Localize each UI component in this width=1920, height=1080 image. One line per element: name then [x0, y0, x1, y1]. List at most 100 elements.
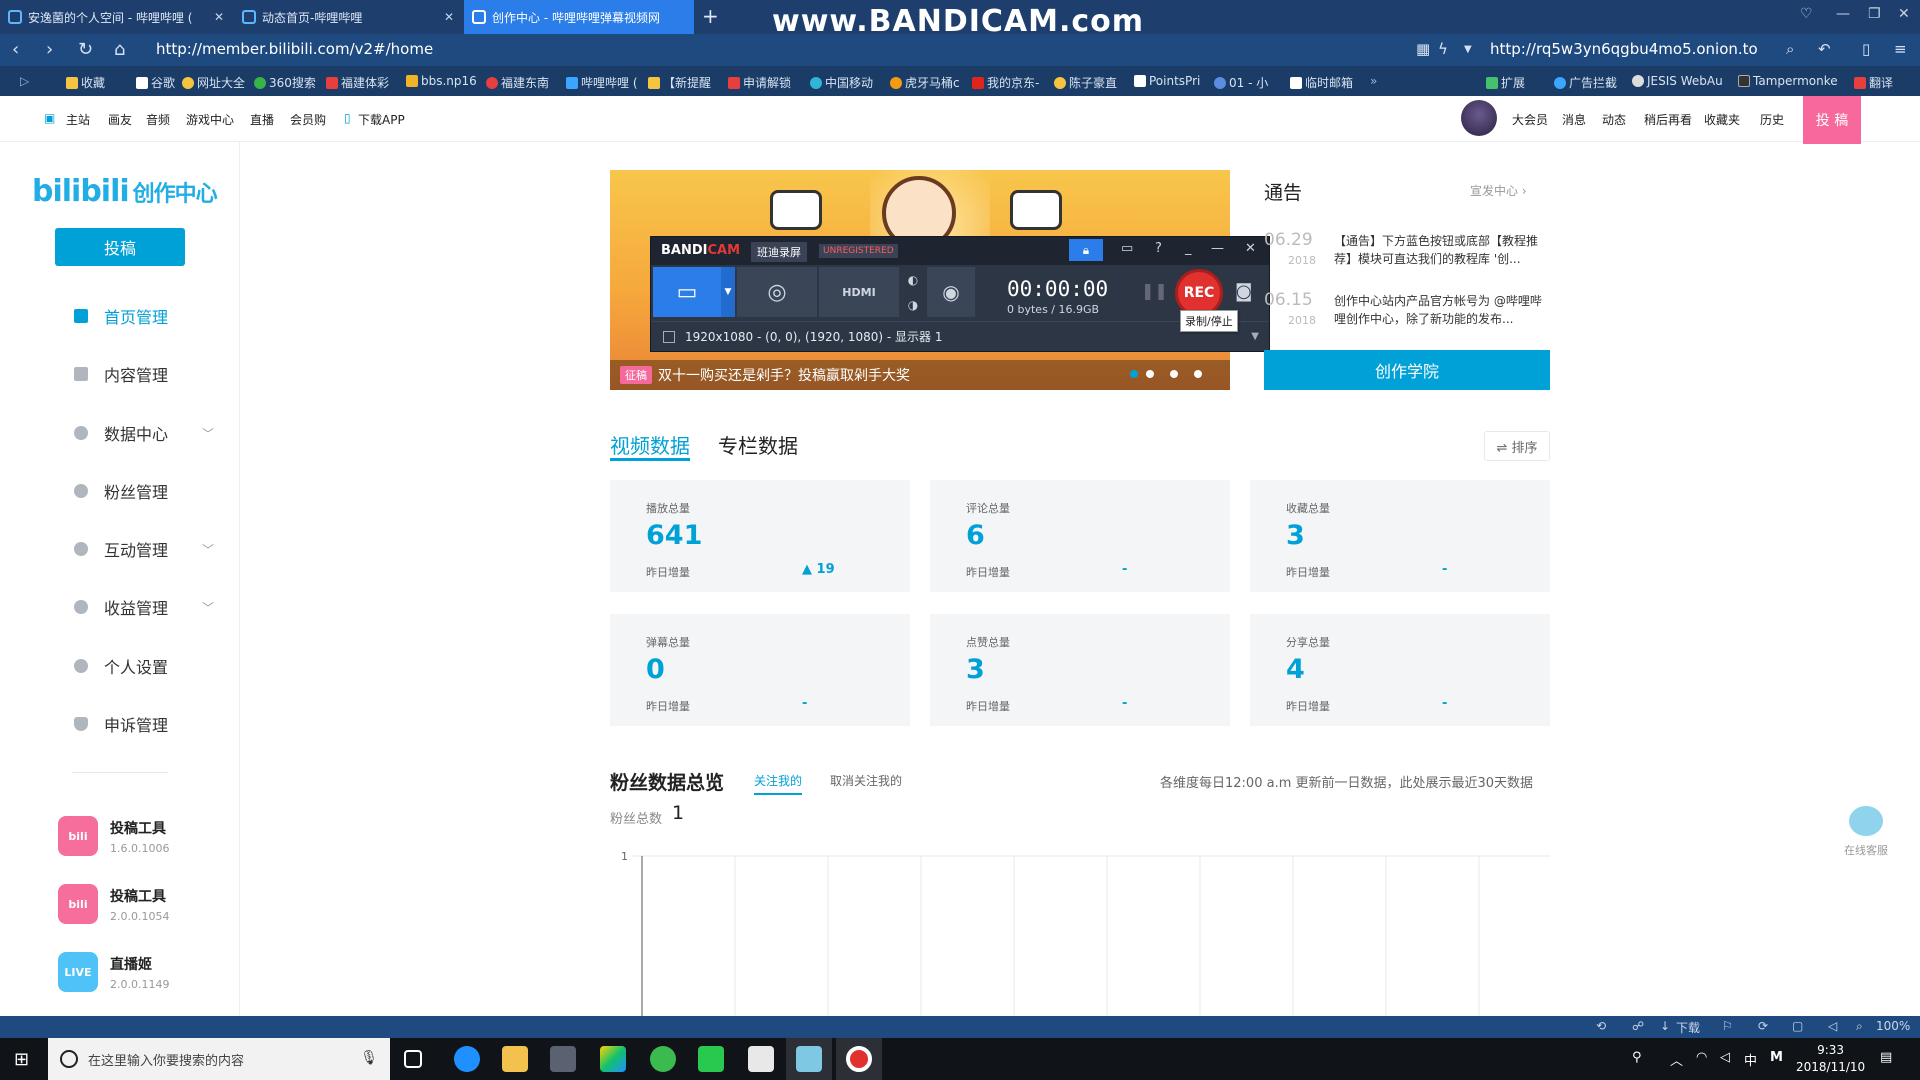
- sidebar-item-settings[interactable]: 个人设置: [74, 654, 214, 678]
- browser-tab[interactable]: 安逸菌的个人空间 - 哔哩哔哩 ( ✕: [0, 0, 232, 34]
- close-window-icon[interactable]: ✕: [1898, 6, 1910, 22]
- creator-center-logo[interactable]: bilibili 创作中心: [32, 174, 218, 209]
- bookmark-item[interactable]: 申请解锁: [728, 74, 791, 91]
- extension-item[interactable]: Tampermonke: [1738, 74, 1838, 88]
- chevron-up-icon[interactable]: ︿: [1670, 1050, 1683, 1069]
- bookmark-item[interactable]: 福建东南: [486, 74, 549, 91]
- notification-icon[interactable]: ▤: [1880, 1050, 1892, 1065]
- volume-icon[interactable]: ◁: [1720, 1050, 1730, 1065]
- lightning-icon[interactable]: ϟ: [1438, 40, 1448, 58]
- bookmark-item[interactable]: 哔哩哔哩 (: [566, 74, 638, 91]
- browser-tab[interactable]: 动态首页-哔哩哔哩 ✕: [234, 0, 462, 34]
- bookmark-item[interactable]: 收藏: [66, 74, 105, 91]
- bookmark-item[interactable]: 陈子豪直: [1054, 74, 1117, 91]
- tool-live[interactable]: LIVE 直播姬 2.0.0.1149: [58, 952, 169, 992]
- home-icon[interactable]: ⌂: [114, 39, 125, 60]
- nav-link-messages[interactable]: 消息: [1562, 111, 1586, 128]
- shirt-icon[interactable]: ♡: [1800, 6, 1813, 22]
- bookmark-item[interactable]: 网址大全: [182, 74, 245, 91]
- tab-column-data[interactable]: 专栏数据: [718, 430, 798, 459]
- status-icon[interactable]: ⟲: [1596, 1019, 1606, 1033]
- close-icon[interactable]: ✕: [206, 10, 224, 24]
- minimize-small-icon[interactable]: _: [1185, 241, 1192, 256]
- bookmark-item[interactable]: PointsPri: [1134, 74, 1200, 88]
- notes-app-icon[interactable]: [796, 1046, 822, 1072]
- region-checkbox[interactable]: [663, 330, 675, 343]
- camera-icon[interactable]: ◙: [1235, 281, 1252, 302]
- nav-link-games[interactable]: 游戏中心: [186, 111, 234, 128]
- bookmark-item[interactable]: 360搜索: [254, 74, 316, 91]
- bookmark-item[interactable]: 福建体彩: [326, 74, 389, 91]
- ime-indicator[interactable]: 中: [1744, 1050, 1757, 1069]
- nav-link-artists[interactable]: 画友: [108, 111, 132, 128]
- forward-icon[interactable]: ›: [46, 39, 53, 60]
- nav-link-audio[interactable]: 音频: [146, 111, 170, 128]
- creator-academy-button[interactable]: 创作学院: [1264, 350, 1550, 390]
- sidebar-item-interaction[interactable]: 互动管理 ﹀: [74, 537, 214, 561]
- zoom-icon[interactable]: ⌕: [1856, 1019, 1863, 1034]
- bookmark-item[interactable]: 虎牙马桶c: [890, 74, 960, 91]
- mail-icon[interactable]: [748, 1046, 774, 1072]
- minimize-icon[interactable]: —: [1211, 241, 1224, 256]
- chevron-down-icon[interactable]: ▼: [721, 267, 735, 317]
- refresh-icon[interactable]: ↻: [78, 39, 93, 60]
- mic-icon[interactable]: 🎙︎: [360, 1050, 378, 1066]
- new-tab-button[interactable]: +: [702, 4, 719, 28]
- lock-icon[interactable]: 🔒︎: [1069, 239, 1103, 261]
- download-icon[interactable]: ↓: [1660, 1019, 1670, 1033]
- sidebar-item-content[interactable]: 内容管理: [74, 362, 214, 386]
- browser-360-icon[interactable]: [650, 1046, 676, 1072]
- more-bookmarks-icon[interactable]: »: [1370, 74, 1377, 88]
- store-icon[interactable]: [550, 1046, 576, 1072]
- extension-item[interactable]: 广告拦截: [1554, 74, 1617, 91]
- tab-followers[interactable]: 关注我的: [754, 772, 803, 795]
- phone-icon[interactable]: ▯: [1862, 40, 1870, 58]
- edge-icon[interactable]: [454, 1046, 480, 1072]
- bookmark-item[interactable]: 【新提醒: [648, 74, 711, 91]
- webcam-icon[interactable]: ◉: [927, 267, 975, 317]
- taskbar-clock[interactable]: 9:33 2018/11/10: [1796, 1042, 1865, 1076]
- nav-link-watch-later[interactable]: 稍后再看: [1644, 111, 1692, 128]
- iqiyi-icon[interactable]: [698, 1046, 724, 1072]
- sidebar-item-fans[interactable]: 粉丝管理: [74, 479, 214, 503]
- nav-link-favorites[interactable]: 收藏夹: [1704, 111, 1740, 128]
- carousel-dot[interactable]: [1170, 370, 1178, 378]
- nav-link-shop[interactable]: 会员购: [290, 111, 326, 128]
- download-label[interactable]: 下载: [1676, 1019, 1700, 1036]
- sidebar-toggle-icon[interactable]: ▷: [20, 74, 29, 88]
- search-icon[interactable]: ⌕: [1786, 40, 1794, 58]
- upload-button[interactable]: 投 稿: [1803, 96, 1861, 144]
- volume-icon[interactable]: ◁: [1828, 1019, 1837, 1033]
- extension-item[interactable]: 扩展: [1486, 74, 1525, 91]
- task-view-icon[interactable]: [404, 1050, 422, 1068]
- wifi-icon[interactable]: ◠: [1696, 1050, 1707, 1065]
- nav-link-vip[interactable]: 大会员: [1512, 111, 1548, 128]
- tool-upload-1[interactable]: bili 投稿工具 1.6.0.1006: [58, 816, 169, 856]
- media-player-icon[interactable]: [600, 1046, 626, 1072]
- taskbar-search[interactable]: 在这里输入你要搜索的内容 🎙︎: [48, 1038, 390, 1080]
- status-icon[interactable]: ⟳: [1758, 1019, 1768, 1033]
- windows-start-icon[interactable]: ⊞: [14, 1049, 29, 1070]
- notice-item[interactable]: 06.29 2018 【通告】下方蓝色按钮或底部【教程推荐】模块可直达我们的教程…: [1264, 230, 1552, 274]
- extension-item[interactable]: 翻译: [1854, 74, 1893, 91]
- help-icon[interactable]: ?: [1155, 241, 1162, 256]
- zoom-level[interactable]: 100%: [1876, 1019, 1910, 1033]
- pause-icon[interactable]: ❚❚: [1141, 281, 1168, 300]
- notice-item[interactable]: 06.15 2018 创作中心站内产品官方帐号为 @哔哩哔哩创作中心，除了新功能…: [1264, 290, 1552, 334]
- address-bar[interactable]: http://member.bilibili.com/v2#/home: [156, 40, 433, 58]
- tool-upload-2[interactable]: bili 投稿工具 2.0.0.1054: [58, 884, 169, 924]
- status-icon[interactable]: ⚐: [1722, 1019, 1733, 1033]
- minimize-icon[interactable]: —: [1836, 6, 1850, 22]
- notice-more-link[interactable]: 宣发中心 ›: [1470, 182, 1527, 199]
- sidebar-item-data-center[interactable]: 数据中心 ﹀: [74, 421, 214, 445]
- maximize-icon[interactable]: ❐: [1868, 6, 1881, 22]
- status-icon[interactable]: ☍: [1632, 1019, 1644, 1033]
- online-service[interactable]: 在线客服: [1836, 806, 1896, 858]
- nav-link-history[interactable]: 历史: [1760, 111, 1784, 128]
- nav-link-dynamics[interactable]: 动态: [1602, 111, 1626, 128]
- menu-icon[interactable]: ≡: [1894, 40, 1907, 58]
- bookmark-item[interactable]: 谷歌: [136, 74, 175, 91]
- file-explorer-icon[interactable]: [502, 1046, 528, 1072]
- nav-link-main[interactable]: 主站: [66, 111, 90, 128]
- bookmark-item[interactable]: 中国移动: [810, 74, 873, 91]
